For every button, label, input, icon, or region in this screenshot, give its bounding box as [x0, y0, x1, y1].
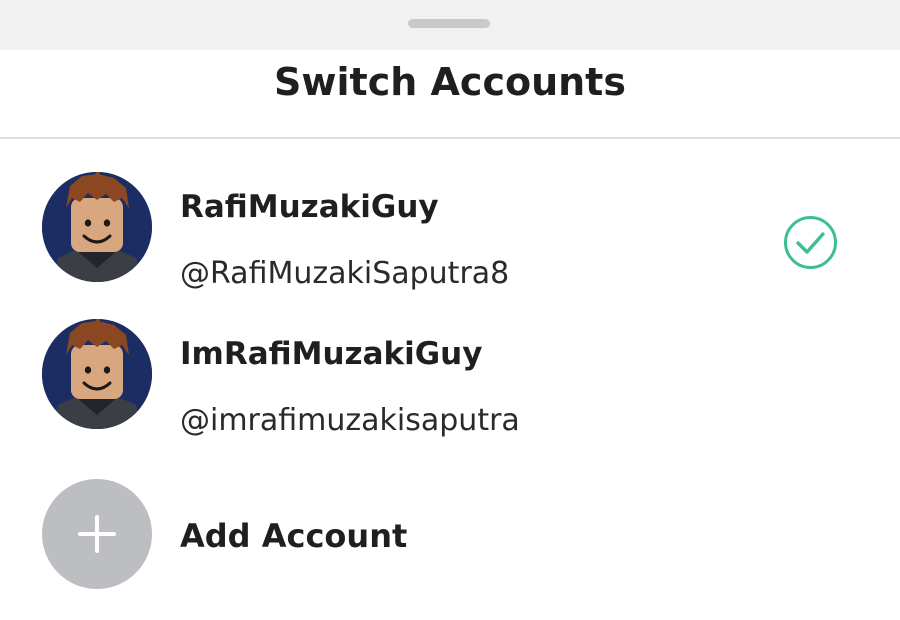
account-username: @RafiMuzakiSaputra8 — [180, 256, 510, 291]
drag-handle[interactable] — [408, 19, 490, 28]
switch-accounts-sheet: Switch Accounts RafiMuzakiGuy @RafiMuzak… — [0, 0, 900, 620]
account-display-name: ImRafiMuzakiGuy — [180, 336, 483, 372]
account-display-name: RafiMuzakiGuy — [180, 189, 439, 225]
roblox-avatar-icon — [42, 172, 152, 282]
page-title: Switch Accounts — [274, 60, 626, 104]
add-account-button[interactable]: Add Account — [0, 475, 900, 595]
account-row-rafimuzakiguy[interactable]: RafiMuzakiGuy @RafiMuzakiSaputra8 — [0, 155, 900, 295]
roblox-avatar-icon — [42, 319, 152, 429]
check-circle-icon — [784, 216, 837, 269]
sheet-drag-area[interactable] — [0, 0, 900, 50]
add-account-circle[interactable] — [42, 479, 152, 589]
plus-icon — [78, 515, 116, 553]
add-account-label: Add Account — [180, 517, 408, 555]
account-row-imrafimuzakiguy[interactable]: ImRafiMuzakiGuy @imrafimuzakisaputra — [0, 302, 900, 442]
account-username: @imrafimuzakisaputra — [180, 403, 520, 438]
